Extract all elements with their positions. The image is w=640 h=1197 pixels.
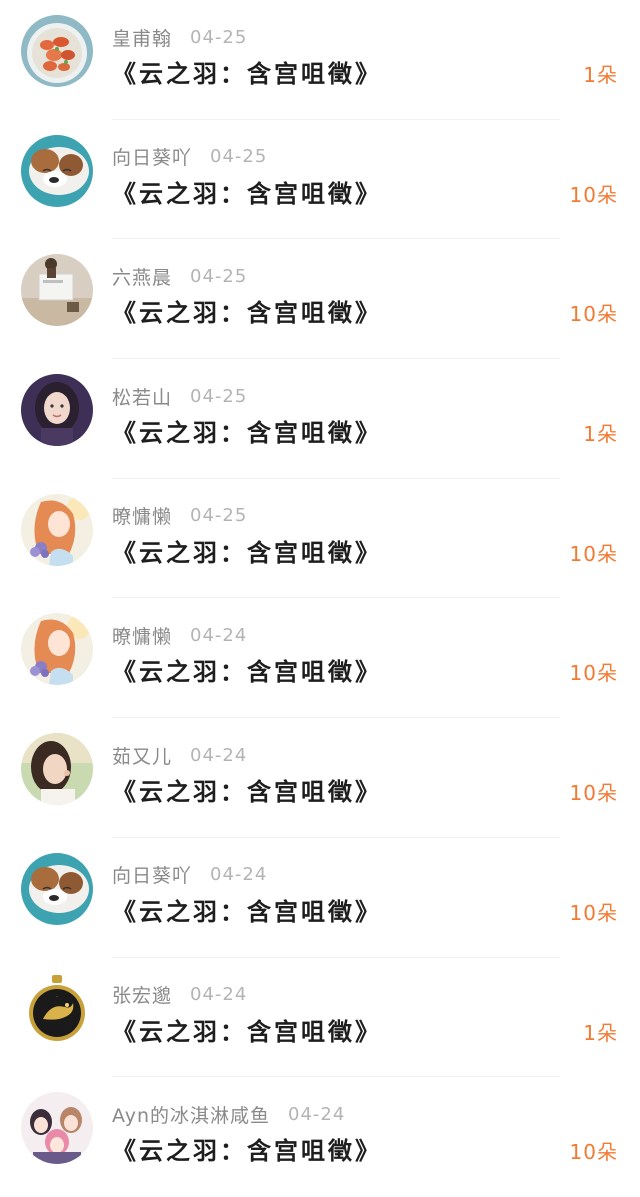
svg-text:·: · xyxy=(56,994,58,1001)
item-meta: 皇甫翰 04-25 xyxy=(112,22,247,52)
gift-list: 皇甫翰 04-25 《云之羽：含宫咀徵》 1朵 向日葵吖 04-25 《云之羽：… xyxy=(0,0,640,1165)
gift-date: 04-24 xyxy=(288,1103,346,1125)
list-item[interactable]: 松若山 04-25 《云之羽：含宫咀徵》 1朵 xyxy=(0,359,640,479)
gift-date: 04-24 xyxy=(210,864,268,886)
food-avatar[interactable] xyxy=(21,15,93,87)
user-name[interactable]: 向日葵吖 xyxy=(112,143,192,170)
gift-count: 1朵 xyxy=(583,422,618,447)
item-meta: 张宏邈 04-24 xyxy=(112,980,247,1010)
gift-date: 04-24 xyxy=(190,984,248,1005)
gift-date: 04-25 xyxy=(190,26,248,48)
gift-date: 04-25 xyxy=(190,505,248,527)
gift-count: 10朵 xyxy=(569,781,618,806)
user-name[interactable]: 张宏邈 xyxy=(112,981,172,1008)
item-meta: 向日葵吖 04-25 xyxy=(112,142,267,172)
list-item[interactable]: 向日葵吖 04-25 《云之羽：含宫咀徵》 10朵 xyxy=(0,120,640,240)
user-name[interactable]: 茹又儿 xyxy=(112,742,172,769)
work-title: 《云之羽：含宫咀徵》 xyxy=(112,658,382,687)
gift-date: 04-24 xyxy=(190,744,248,766)
work-title: 《云之羽：含宫咀徵》 xyxy=(112,179,382,208)
item-meta: 六燕晨 04-25 xyxy=(112,261,247,291)
work-title: 《云之羽：含宫咀徵》 xyxy=(112,60,382,88)
dog-avatar[interactable] xyxy=(21,134,93,207)
gift-count: 10朵 xyxy=(569,182,618,207)
anime-group-avatar[interactable] xyxy=(21,1092,93,1165)
girl-avatar[interactable] xyxy=(21,374,93,447)
gift-count: 10朵 xyxy=(569,541,618,566)
user-name[interactable]: 暸慵懒 xyxy=(112,622,172,649)
anime-girl-avatar[interactable] xyxy=(21,613,93,686)
user-name[interactable]: 向日葵吖 xyxy=(112,861,192,888)
list-item[interactable]: 向日葵吖 04-24 《云之羽：含宫咀徵》 10朵 xyxy=(0,838,640,958)
list-item[interactable]: 六燕晨 04-25 《云之羽：含宫咀徵》 10朵 xyxy=(0,239,640,360)
anime-girl-avatar[interactable] xyxy=(21,493,93,566)
list-item[interactable]: · 张宏邈 04-24 《云之羽：含宫咀徵》 1朵 xyxy=(0,958,640,1078)
user-name[interactable]: 松若山 xyxy=(112,383,172,410)
work-title: 《云之羽：含宫咀徵》 xyxy=(112,778,382,807)
item-meta: 茹又儿 04-24 xyxy=(112,740,247,770)
work-title: 《云之羽：含宫咀徵》 xyxy=(112,299,382,328)
user-name[interactable]: 六燕晨 xyxy=(112,263,172,290)
gift-count: 10朵 xyxy=(569,900,618,925)
list-item[interactable]: 皇甫翰 04-25 《云之羽：含宫咀徵》 1朵 xyxy=(0,0,640,120)
work-title: 《云之羽：含宫咀徵》 xyxy=(112,1017,382,1046)
list-item[interactable]: 暸慵懒 04-24 《云之羽：含宫咀徵》 10朵 xyxy=(0,598,640,719)
gift-count: 1朵 xyxy=(583,1020,618,1045)
work-title: 《云之羽：含宫咀徵》 xyxy=(112,538,382,567)
photo-avatar[interactable] xyxy=(21,254,93,327)
gift-date: 04-25 xyxy=(190,265,248,287)
gift-date: 04-25 xyxy=(190,385,248,407)
work-title: 《云之羽：含宫咀徵》 xyxy=(112,419,382,448)
user-name[interactable]: 暸慵懒 xyxy=(112,502,172,529)
item-meta: 向日葵吖 04-24 xyxy=(112,860,267,890)
tiger-emblem-avatar[interactable]: · xyxy=(21,972,93,1045)
user-name[interactable]: 皇甫翰 xyxy=(112,24,172,51)
gift-date: 04-24 xyxy=(190,624,248,646)
dog-avatar[interactable] xyxy=(21,852,93,925)
item-meta: 暸慵懒 04-25 xyxy=(112,501,247,531)
work-title: 《云之羽：含宫咀徵》 xyxy=(112,897,382,926)
gift-count: 1朵 xyxy=(583,63,618,87)
list-item[interactable]: 茹又儿 04-24 《云之羽：含宫咀徵》 10朵 xyxy=(0,718,640,838)
item-meta: 松若山 04-25 xyxy=(112,381,247,411)
gift-count: 10朵 xyxy=(569,302,618,327)
list-item[interactable]: Ayn的冰淇淋咸鱼 04-24 《云之羽：含宫咀徵》 10朵 xyxy=(0,1077,640,1197)
gift-count: 10朵 xyxy=(569,661,618,686)
list-item[interactable]: 暸慵懒 04-25 《云之羽：含宫咀徵》 10朵 xyxy=(0,479,640,599)
user-name[interactable]: Ayn的冰淇淋咸鱼 xyxy=(112,1101,270,1128)
item-meta: 暸慵懒 04-24 xyxy=(112,620,247,650)
gift-date: 04-25 xyxy=(210,146,268,168)
portrait-avatar[interactable] xyxy=(21,733,93,806)
item-meta: Ayn的冰淇淋咸鱼 04-24 xyxy=(112,1099,345,1129)
